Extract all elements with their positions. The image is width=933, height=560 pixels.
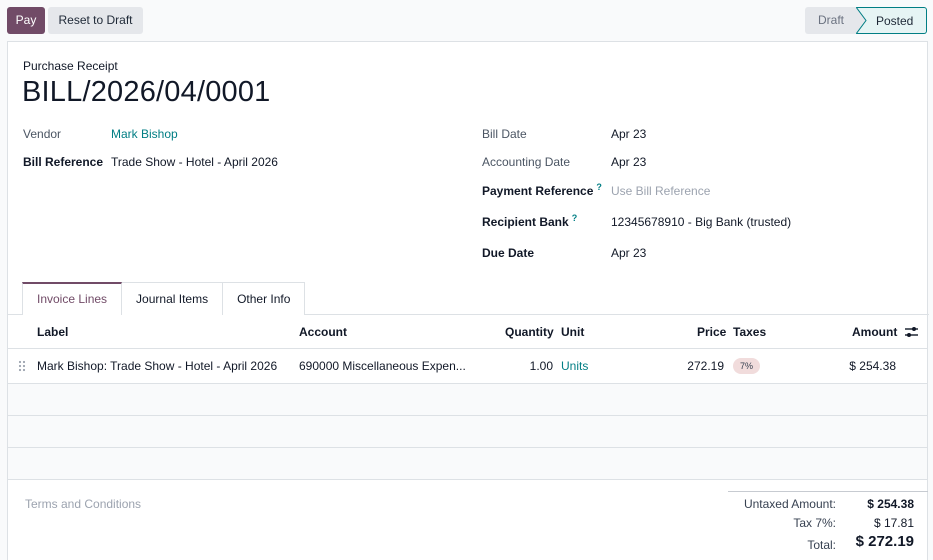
line-unit[interactable]: Units (561, 349, 588, 383)
recipient-bank-label: Recipient Bank? (482, 213, 578, 229)
notebook-tabs: Invoice Lines Journal Items Other Info (22, 282, 306, 315)
total-value: $ 272.19 (855, 533, 914, 550)
column-taxes[interactable]: Taxes (733, 315, 766, 349)
column-amount[interactable]: Amount (852, 315, 897, 349)
recipient-bank-label-text: Recipient Bank (482, 215, 569, 229)
tax-totals: Untaxed Amount: $ 254.38 Tax 7%: $ 17.81… (728, 491, 928, 552)
reset-to-draft-button[interactable]: Reset to Draft (48, 7, 143, 34)
line-amount: $ 254.38 (849, 359, 896, 373)
tax-badge[interactable]: 7% (733, 358, 761, 374)
untaxed-amount-label: Untaxed Amount: (743, 497, 836, 511)
tab-journal-items[interactable]: Journal Items (121, 282, 224, 315)
document-type: Purchase Receipt (23, 59, 118, 73)
tab-invoice-lines[interactable]: Invoice Lines (22, 282, 123, 315)
form-sheet: Purchase Receipt BILL/2026/04/0001 Vendo… (7, 41, 929, 560)
empty-row (8, 448, 927, 480)
table-row[interactable]: Mark Bishop: Trade Show - Hotel - April … (8, 349, 927, 384)
line-quantity[interactable]: 1.00 (518, 349, 553, 383)
bill-reference-label: Bill Reference (23, 155, 104, 169)
tax-value: $ 17.81 (873, 516, 914, 530)
column-quantity[interactable]: Quantity (505, 315, 554, 349)
bill-date-field[interactable]: Apr 23 (611, 127, 646, 141)
bill-reference-field[interactable]: Trade Show - Hotel - April 2026 (111, 155, 278, 169)
line-label[interactable]: Mark Bishop: Trade Show - Hotel - April … (37, 349, 277, 383)
line-account[interactable]: 690000 Miscellaneous Expen... (299, 349, 466, 383)
recipient-bank-field[interactable]: 12345678910 - Big Bank (trusted) (611, 215, 791, 229)
payment-reference-label: Payment Reference? (482, 182, 602, 198)
vendor-label: Vendor (23, 127, 62, 141)
payment-reference-label-text: Payment Reference (482, 184, 594, 198)
document-name: BILL/2026/04/0001 (22, 76, 271, 108)
untaxed-amount-value: $ 254.38 (867, 497, 914, 511)
tab-other-info[interactable]: Other Info (222, 282, 306, 315)
empty-row (8, 416, 927, 448)
accounting-date-field[interactable]: Apr 23 (611, 155, 646, 169)
column-account[interactable]: Account (299, 315, 347, 349)
vendor-field[interactable]: Mark Bishop (111, 127, 178, 141)
terms-and-conditions-field[interactable]: Terms and Conditions (25, 497, 141, 511)
help-icon[interactable]: ? (596, 182, 602, 192)
optional-columns-icon[interactable] (905, 326, 918, 338)
column-unit[interactable]: Unit (561, 315, 584, 349)
due-date-label: Due Date (482, 246, 535, 260)
lines-table-header: Label Account Quantity Unit Price Taxes … (8, 315, 927, 349)
help-icon[interactable]: ? (572, 213, 578, 223)
empty-row (8, 384, 927, 416)
pay-button[interactable]: Pay (7, 7, 45, 34)
payment-reference-field[interactable]: Use Bill Reference (611, 184, 710, 198)
column-price[interactable]: Price (697, 315, 726, 349)
status-bar: Draft Posted (805, 7, 927, 34)
status-stage-posted: Posted (857, 7, 927, 34)
control-panel: Pay Reset to Draft Draft Posted (0, 0, 933, 41)
drag-handle-icon[interactable] (18, 360, 26, 372)
stage-arrow-icon (856, 7, 867, 34)
line-price[interactable]: 272.19 (658, 349, 724, 383)
bill-date-label: Bill Date (482, 127, 527, 141)
status-stage-draft[interactable]: Draft (805, 7, 857, 34)
due-date-field[interactable]: Apr 23 (611, 246, 646, 260)
accounting-date-label: Accounting Date (482, 155, 571, 169)
total-label: Total: (807, 538, 836, 552)
tax-label: Tax 7%: (793, 516, 836, 530)
column-label[interactable]: Label (37, 315, 68, 349)
